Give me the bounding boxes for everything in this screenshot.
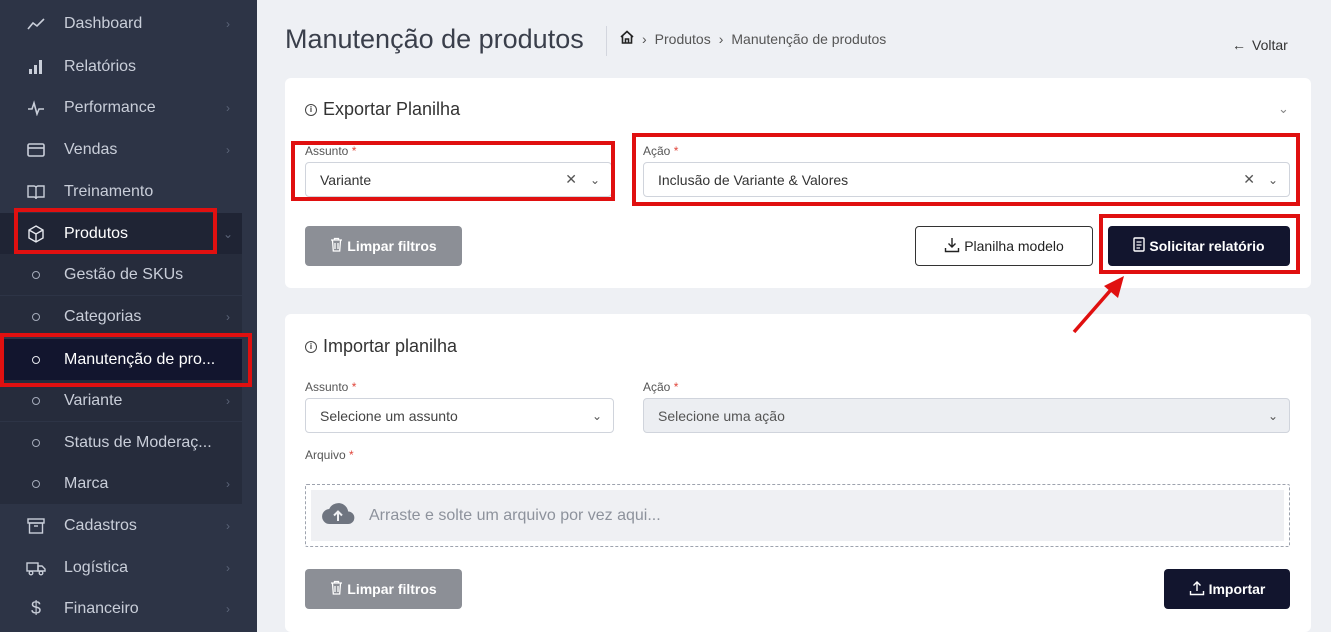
chevron-down-icon: ⌄ [591,408,603,423]
card-icon [26,140,46,160]
highlight-export-acao [632,133,1300,206]
chevron-right-icon: › [226,476,230,491]
chevron-right-icon: › [226,142,230,157]
page-title: Manutenção de produtos [285,24,584,54]
highlight-export-assunto [291,141,615,201]
bullet-icon [32,312,40,321]
sidebar-item-label: Performance [64,98,156,116]
sidebar-item-cadastros[interactable]: Cadastros › [0,505,242,546]
cloud-upload-icon [321,500,355,531]
sidebar-item-label: Marca [64,474,109,492]
sidebar: Dashboard › Relatórios Performance › Ven… [0,0,257,632]
breadcrumb: › Produtos › Manutenção de produtos [620,30,886,47]
button-label: Planilha modelo [964,238,1064,254]
highlight-produtos [14,208,217,254]
sidebar-item-label: Categorias [64,307,142,325]
trend-icon [26,14,46,34]
dropzone-text: Arraste e solte um arquivo por vez aqui.… [369,506,661,524]
export-title-text: Exportar Planilha [323,99,461,119]
bar-chart-icon [26,57,46,77]
trash-icon [330,580,343,598]
chevron-right-icon: › [226,518,230,533]
sidebar-item-relatorios[interactable]: Relatórios [0,46,242,87]
collapse-chevron-icon[interactable]: ⌄ [1278,101,1289,117]
button-label: Limpar filtros [347,238,437,254]
chevron-down-icon: ⌄ [1267,408,1279,423]
truck-icon [26,558,46,578]
export-title: i Exportar Planilha [305,99,460,120]
highlight-request-report [1099,214,1300,274]
sidebar-item-logistica[interactable]: Logística › [0,547,242,588]
sidebar-item-performance[interactable]: Performance › [0,87,242,128]
select-placeholder: Selecione uma ação [658,407,785,424]
breadcrumb-divider [606,26,607,56]
info-icon: i [305,103,317,116]
sidebar-item-label: Financeiro [64,599,139,617]
upload-icon [1189,580,1205,599]
import-assunto-label: Assunto * [305,380,357,394]
back-label: Voltar [1252,37,1288,53]
breadcrumb-link-produtos[interactable]: Produtos [655,31,711,47]
template-download-button[interactable]: Planilha modelo [915,226,1093,266]
chevron-right-icon: › [226,309,230,324]
download-icon [944,237,960,256]
import-title: i Importar planilha [305,336,457,357]
file-label: Arquivo * [305,448,354,462]
sidebar-item-dashboard[interactable]: Dashboard › [0,3,242,44]
sidebar-item-categorias[interactable]: Categorias › [0,296,242,337]
sidebar-item-vendas[interactable]: Vendas › [0,129,242,170]
chevron-right-icon: › [642,30,647,47]
chevron-right-icon: › [226,393,230,408]
button-label: Limpar filtros [347,581,437,597]
bullet-icon [32,270,40,279]
sidebar-item-financeiro[interactable]: $ Financeiro › [0,588,242,629]
chevron-right-icon: › [226,601,230,616]
sidebar-item-status-moderacao[interactable]: Status de Moderaç... [0,422,242,463]
sidebar-item-label: Cadastros [64,516,137,534]
chevron-right-icon: › [226,100,230,115]
info-icon: i [305,340,317,353]
chevron-right-icon: › [226,16,230,31]
import-acao-select[interactable]: Selecione uma ação ⌄ [643,398,1290,433]
book-icon [26,182,46,202]
archive-icon [26,516,46,536]
annotation-arrow-icon [1072,276,1124,334]
chevron-right-icon: › [226,560,230,575]
bullet-icon [32,479,40,488]
back-link[interactable]: ← Voltar [1232,37,1288,53]
arrow-left-icon: ← [1232,37,1246,53]
import-title-text: Importar planilha [323,336,458,356]
sidebar-item-label: Treinamento [64,182,154,200]
sidebar-item-label: Logística [64,558,129,576]
bullet-icon [32,396,40,405]
sidebar-item-label: Status de Moderaç... [64,433,212,451]
import-acao-label: Ação * [643,380,679,394]
sidebar-item-label: Dashboard [64,14,143,32]
dollar-icon: $ [30,598,41,618]
button-label: Importar [1208,581,1266,597]
chevron-right-icon: › [718,30,724,47]
import-clear-filters-button[interactable]: Limpar filtros [305,569,462,609]
sidebar-item-gestao-skus[interactable]: Gestão de SKUs [0,254,242,295]
file-dropzone[interactable]: Arraste e solte um arquivo por vez aqui.… [305,484,1290,547]
sidebar-item-marca[interactable]: Marca › [0,463,242,504]
import-assunto-select[interactable]: Selecione um assunto ⌄ [305,398,614,433]
breadcrumb-current: Manutenção de produtos [731,30,887,47]
import-button[interactable]: Importar [1164,569,1290,609]
highlight-manutencao [0,333,252,387]
bullet-icon [32,438,40,447]
sidebar-item-label: Vendas [64,140,118,158]
select-placeholder: Selecione um assunto [320,407,458,424]
export-clear-filters-button[interactable]: Limpar filtros [305,226,462,266]
pulse-icon [26,98,46,118]
sidebar-item-label: Gestão de SKUs [64,265,184,283]
sidebar-item-label: Relatórios [64,57,137,75]
dropzone-area: Arraste e solte um arquivo por vez aqui.… [311,490,1284,541]
sidebar-item-label: Variante [64,391,123,409]
sidebar-item-treinamento[interactable]: Treinamento [0,171,242,212]
home-icon[interactable] [620,30,634,47]
trash-icon [330,237,343,255]
chevron-down-icon: ⌄ [222,226,234,241]
